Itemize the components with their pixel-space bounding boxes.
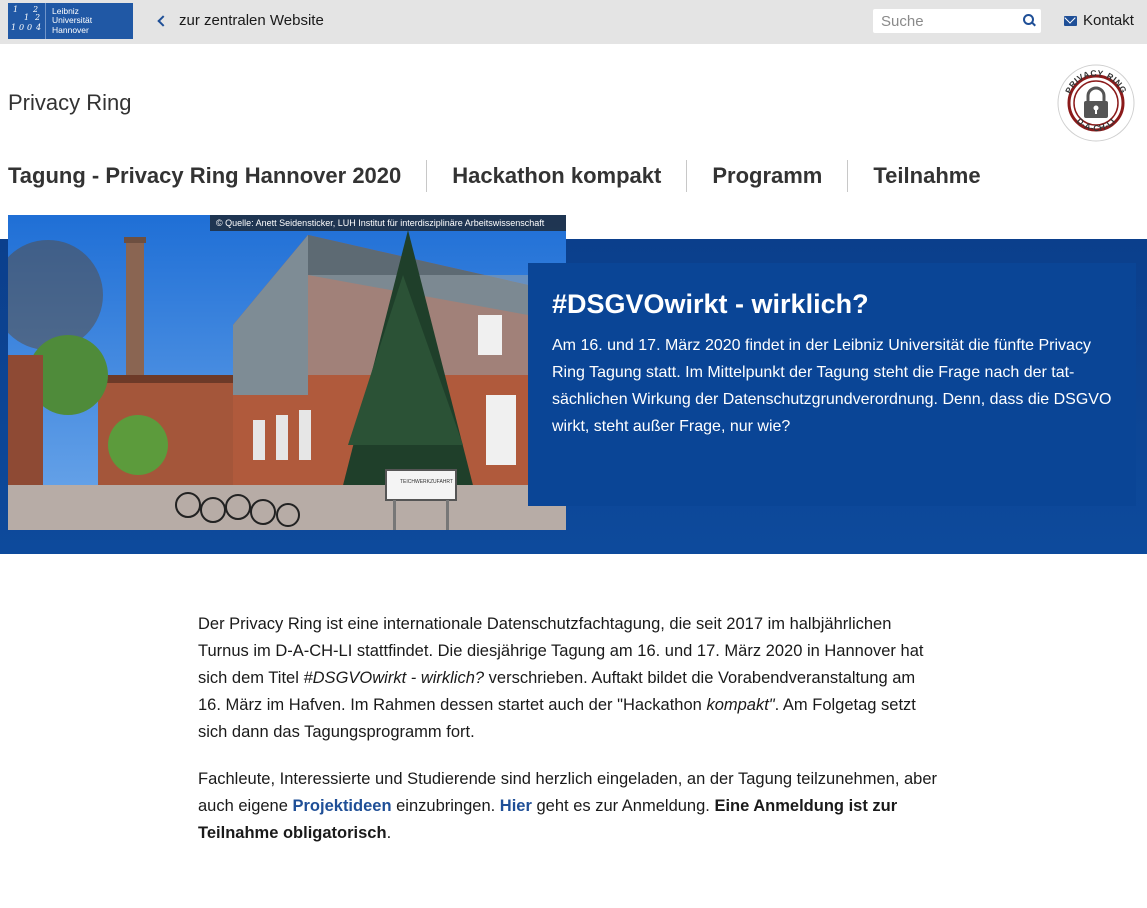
contact-link[interactable]: Kontakt (1064, 12, 1134, 29)
hero-teaser-box: #DSGVOwirkt - wirklich? Am 16. und 17. M… (528, 263, 1136, 506)
photo-credit: © Quelle: Anett Seidensticker, LUH Insti… (210, 215, 566, 231)
hero-title: #DSGVOwirkt - wirklich? (552, 289, 869, 319)
top-bar: 1 2 1 2 1 0 0 4 Leibniz Universität Hann… (0, 0, 1147, 44)
chevron-left-icon (157, 14, 169, 27)
university-logo[interactable]: 1 2 1 2 1 0 0 4 Leibniz Universität Hann… (8, 3, 133, 39)
privacy-ring-badge-logo: PRIVACY RING D-A-CH-LI (1057, 64, 1135, 142)
intro-paragraph: Der Privacy Ring ist eine internationale… (198, 615, 924, 741)
site-title[interactable]: Privacy Ring (8, 90, 131, 116)
central-website-link[interactable]: zur zentralen Website (156, 12, 324, 29)
hero-text: Am 16. und 17. März 2020 findet in der L… (552, 337, 1112, 435)
sign-text: TEICHWERKZUFAHRT (400, 479, 453, 485)
search-icon[interactable] (1019, 10, 1041, 32)
participation-paragraph: Fachleute, Interessierte und Studierende… (198, 770, 938, 842)
logo-mark-icon: 1 2 1 2 1 0 0 4 (8, 3, 46, 39)
nav-item-teilnahme[interactable]: Teilnahme (847, 160, 1005, 192)
hero-photo-building: TEICHWERKZUFAHRT (8, 215, 566, 530)
nav-item-hackathon[interactable]: Hackathon kompakt (426, 160, 686, 192)
mail-icon (1064, 15, 1077, 26)
nav-item-programm[interactable]: Programm (686, 160, 847, 192)
search-input[interactable]: Suche (873, 13, 1019, 30)
registration-link[interactable]: Hier (500, 797, 532, 815)
logo-wordmark: Leibniz Universität Hannover (52, 5, 93, 35)
main-navigation: Tagung - Privacy Ring Hannover 2020 Hack… (8, 160, 1006, 192)
main-content: Der Privacy Ring ist eine internationale… (198, 611, 938, 867)
projektideen-link[interactable]: Projektideen (293, 797, 392, 815)
search-box[interactable]: Suche (873, 9, 1041, 33)
nav-item-tagung[interactable]: Tagung - Privacy Ring Hannover 2020 (8, 160, 426, 192)
